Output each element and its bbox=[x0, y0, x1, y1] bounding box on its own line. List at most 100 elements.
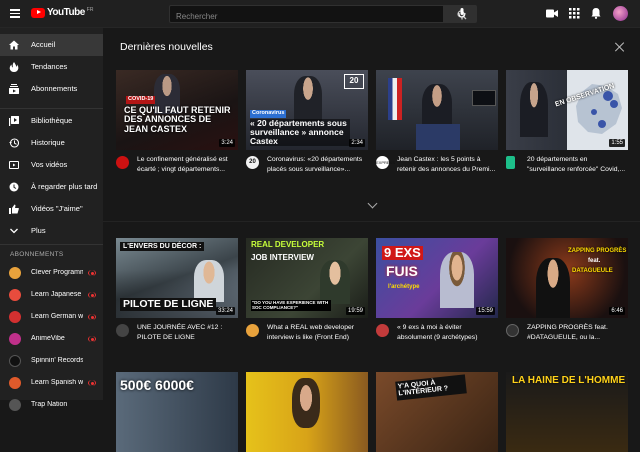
video-thumbnail[interactable]: EN OBSERVATION 1:55 bbox=[506, 70, 628, 150]
channel-avatar[interactable] bbox=[506, 156, 515, 169]
video-title[interactable]: Coronavirus: «20 départements placés sou… bbox=[267, 155, 367, 174]
sidebar-item-trending[interactable]: Tendances bbox=[0, 56, 103, 78]
subscription-item[interactable]: Learn Spanish with... bbox=[0, 372, 103, 394]
video-title[interactable]: UNE JOURNÉE AVEC #12 : PILOTE DE LIGNE bbox=[137, 323, 237, 342]
subscription-label: Learn German with... bbox=[31, 313, 83, 320]
microphone-icon[interactable] bbox=[458, 8, 466, 20]
video-card[interactable]: LA HAINE DE L'HOMME bbox=[506, 372, 628, 452]
subscription-label: Spinnin' Records bbox=[31, 357, 83, 364]
subscriptions-icon bbox=[9, 84, 19, 94]
video-thumbnail[interactable]: 20 Coronavirus « 20 départements sous su… bbox=[246, 70, 368, 150]
flame-icon bbox=[9, 62, 19, 72]
channel-avatar[interactable]: 20 bbox=[246, 156, 259, 169]
video-card[interactable]: L'ENVERS DU DÉCOR : PILOTE DE LIGNE 33:2… bbox=[116, 238, 238, 350]
video-card[interactable]: REAL DEVELOPER JOB INTERVIEW "DO YOU HAV… bbox=[246, 238, 368, 350]
user-avatar[interactable] bbox=[613, 6, 628, 21]
news-video-card[interactable]: COVID-19 CE QU'IL FAUT RETENIR DES ANNON… bbox=[116, 70, 238, 182]
sidebar-item-label: Plus bbox=[31, 226, 46, 235]
thumb-up-icon bbox=[9, 204, 19, 214]
thumbnail-caption: CE QU'IL FAUT RETENIR DES ANNONCES DE JE… bbox=[124, 105, 231, 134]
thumbnail-caption: LA HAINE DE L'HOMME bbox=[512, 375, 626, 386]
sidebar-item-your-videos[interactable]: Vos vidéos bbox=[0, 154, 103, 176]
expand-chevron-down-icon[interactable] bbox=[367, 198, 378, 209]
video-title[interactable]: « 9 exs à moi à éviter absolument (9 arc… bbox=[397, 323, 497, 342]
subscription-item[interactable]: Trap Nation bbox=[0, 394, 103, 416]
subscription-item[interactable]: Clever Programmer bbox=[0, 262, 103, 284]
sidebar-item-label: Abonnements bbox=[31, 84, 78, 93]
video-title[interactable]: 20 départements en "surveillance renforc… bbox=[527, 155, 627, 174]
news-video-card[interactable]: EN OBSERVATION 1:55 20 départements en "… bbox=[506, 70, 628, 182]
channel-watermark: 20 bbox=[344, 74, 364, 89]
video-title[interactable]: What a REAL web developer interview is l… bbox=[267, 323, 367, 342]
subscription-item[interactable]: Spinnin' Records bbox=[0, 350, 103, 372]
thumbnail-caption: « 20 départements sous surveillance » an… bbox=[250, 119, 350, 146]
sidebar-item-liked-videos[interactable]: Vidéos "J'aime" bbox=[0, 198, 103, 220]
sidebar-item-home[interactable]: Accueil bbox=[0, 34, 103, 56]
thumbnail-person bbox=[536, 258, 570, 318]
news-video-card[interactable]: EXPRESS Jean Castex : les 5 points à ret… bbox=[376, 70, 498, 182]
thumbnail-podium bbox=[416, 124, 460, 150]
sidebar-item-label: Historique bbox=[31, 138, 65, 147]
thumbnail-caption-bottom: "DO YOU HAVE EXPERIENCE WITH SOC COMPLIA… bbox=[251, 300, 331, 312]
channel-avatar[interactable] bbox=[246, 324, 259, 337]
close-icon[interactable] bbox=[615, 42, 625, 52]
video-card[interactable]: ZAPPING PROGRÈS feat. DATAGUEULE 6:46 ZA… bbox=[506, 238, 628, 350]
sidebar-item-library[interactable]: Bibliothèque bbox=[0, 110, 103, 132]
thumbnail-caption-top: REAL DEVELOPER bbox=[251, 240, 325, 249]
search-input[interactable] bbox=[170, 8, 443, 25]
video-card[interactable] bbox=[246, 372, 368, 452]
video-thumbnail[interactable] bbox=[246, 372, 368, 452]
channel-avatar[interactable] bbox=[116, 324, 129, 337]
thumbnail-person bbox=[440, 252, 474, 308]
sidebar-item-label: Vos vidéos bbox=[31, 160, 68, 169]
channel-avatar bbox=[9, 267, 21, 279]
subscription-item[interactable]: Learn German with... bbox=[0, 306, 103, 328]
thumbnail-caption-bottom: l'archétype bbox=[388, 284, 420, 290]
sidebar-item-subscriptions[interactable]: Abonnements bbox=[0, 78, 103, 100]
your-videos-icon bbox=[9, 161, 19, 169]
channel-avatar[interactable] bbox=[116, 156, 129, 169]
video-duration: 2:34 bbox=[349, 139, 365, 147]
subscription-item[interactable]: AnimeVibe bbox=[0, 328, 103, 350]
apps-grid-icon[interactable] bbox=[569, 8, 580, 19]
thumbnail-person bbox=[292, 378, 320, 428]
video-title[interactable]: ZAPPING PROGRÈS feat. #DATAGUEULE, ou la… bbox=[527, 323, 627, 342]
subscription-label: Learn Spanish with... bbox=[31, 379, 83, 386]
live-icon bbox=[88, 291, 96, 299]
sidebar-item-more[interactable]: Plus bbox=[0, 220, 103, 242]
thumbnail-caption-mid: JOB INTERVIEW bbox=[251, 253, 314, 262]
video-thumbnail[interactable]: REAL DEVELOPER JOB INTERVIEW "DO YOU HAV… bbox=[246, 238, 368, 318]
notifications-bell-icon[interactable] bbox=[591, 7, 601, 19]
youtube-logo[interactable]: YouTube FR bbox=[31, 7, 93, 18]
sidebar-item-label: Tendances bbox=[31, 62, 68, 71]
video-card[interactable]: Y'A QUOI À L'INTÉRIEUR ? bbox=[376, 372, 498, 452]
video-thumbnail[interactable]: 500€ 6000€ bbox=[116, 372, 238, 452]
video-title[interactable]: Le confinement généralisé est écarté ; v… bbox=[137, 155, 237, 174]
video-thumbnail[interactable] bbox=[376, 70, 498, 150]
sidebar-item-history[interactable]: Historique bbox=[0, 132, 103, 154]
channel-avatar[interactable] bbox=[506, 324, 519, 337]
video-title[interactable]: Jean Castex : les 5 points à retenir des… bbox=[397, 155, 497, 174]
video-thumbnail[interactable]: L'ENVERS DU DÉCOR : PILOTE DE LIGNE 33:2… bbox=[116, 238, 238, 318]
video-thumbnail[interactable]: LA HAINE DE L'HOMME bbox=[506, 372, 628, 452]
video-card[interactable]: 9 EXS FUIS l'archétype 15:59 « 9 exs à m… bbox=[376, 238, 498, 350]
thumbnail-caption-bottom: DATAGUEULE bbox=[572, 268, 613, 274]
history-icon bbox=[9, 138, 19, 148]
thumbnail-person bbox=[320, 260, 350, 304]
video-card[interactable]: 500€ 6000€ bbox=[116, 372, 238, 452]
video-duration: 19:59 bbox=[345, 307, 365, 315]
video-thumbnail[interactable]: COVID-19 CE QU'IL FAUT RETENIR DES ANNON… bbox=[116, 70, 238, 150]
channel-avatar[interactable] bbox=[376, 324, 389, 337]
channel-avatar[interactable]: EXPRESS bbox=[376, 156, 395, 169]
subscription-item[interactable]: Learn Japanese wi... bbox=[0, 284, 103, 306]
video-thumbnail[interactable]: Y'A QUOI À L'INTÉRIEUR ? bbox=[376, 372, 498, 452]
video-thumbnail[interactable]: ZAPPING PROGRÈS feat. DATAGUEULE 6:46 bbox=[506, 238, 628, 318]
subscription-label: AnimeVibe bbox=[31, 335, 65, 342]
create-video-icon[interactable] bbox=[546, 9, 558, 18]
news-video-card[interactable]: 20 Coronavirus « 20 départements sous su… bbox=[246, 70, 368, 182]
channel-avatar bbox=[9, 399, 21, 411]
video-thumbnail[interactable]: 9 EXS FUIS l'archétype 15:59 bbox=[376, 238, 498, 318]
subscription-label: Learn Japanese wi... bbox=[31, 291, 83, 298]
hamburger-menu-icon[interactable] bbox=[10, 9, 20, 18]
sidebar-item-watch-later[interactable]: À regarder plus tard bbox=[0, 176, 103, 198]
